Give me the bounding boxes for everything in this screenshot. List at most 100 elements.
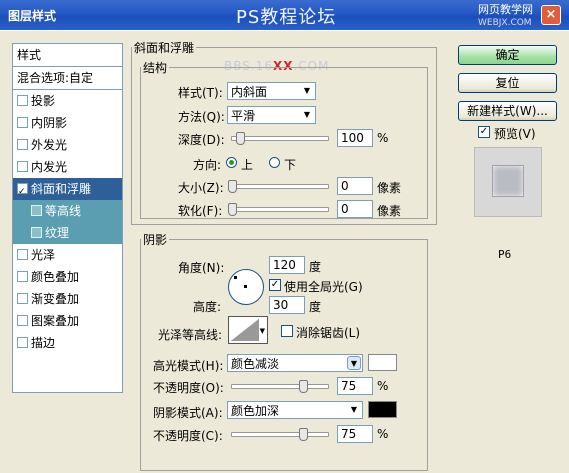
sidebar-item-checkbox[interactable]	[17, 117, 28, 128]
shading-title: 阴影	[143, 233, 168, 247]
style-preview-thumbnail	[474, 147, 542, 217]
soften-label: 软化(F):	[178, 204, 223, 218]
soften-unit: 像素	[377, 204, 402, 218]
depth-slider-thumb[interactable]	[236, 132, 245, 145]
angle-input[interactable]: 120	[269, 256, 305, 274]
highlight-opacity-unit: %	[377, 379, 389, 393]
gloss-contour-picker[interactable]: ▼	[228, 316, 268, 344]
sidebar-item-checkbox[interactable]	[17, 139, 28, 150]
sidebar-item[interactable]: 投影	[13, 90, 122, 112]
highlight-opacity-slider[interactable]	[231, 384, 329, 389]
angle-dial-marker	[234, 276, 237, 279]
close-button[interactable]: ×	[541, 5, 561, 25]
size-slider-thumb[interactable]	[228, 180, 237, 193]
sidebar-item-label: 外发光	[31, 138, 68, 152]
depth-unit: %	[377, 131, 389, 145]
bevel-style-select[interactable]: 内斜面 ▼	[227, 82, 316, 100]
soften-input[interactable]: 0	[337, 200, 373, 218]
sidebar-item-checkbox[interactable]	[17, 249, 28, 260]
direction-up-radio[interactable]	[226, 157, 237, 168]
size-input[interactable]: 0	[337, 177, 373, 195]
preview-label: 预览(V)	[494, 127, 536, 141]
sidebar-item[interactable]: 内发光	[13, 156, 122, 178]
highlight-mode-select[interactable]: 颜色减淡 ▼	[227, 354, 363, 372]
gloss-contour-label: 光泽等高线:	[158, 328, 223, 342]
sidebar-item-checkbox[interactable]	[17, 161, 28, 172]
blending-options-item[interactable]: 混合选项:自定	[13, 67, 122, 90]
sidebar-item-checkbox[interactable]	[17, 271, 28, 282]
site-title-watermark: PS教程论坛	[236, 7, 337, 28]
shadow-mode-select[interactable]: 颜色加深 ▼	[227, 401, 363, 419]
sidebar-item-checkbox[interactable]: ✓	[17, 183, 28, 197]
styles-header[interactable]: 样式	[13, 44, 122, 67]
shadow-mode-value: 颜色加深	[231, 404, 280, 418]
highlight-opacity-input[interactable]: 75	[337, 377, 373, 395]
sidebar-item[interactable]: 描边	[13, 332, 122, 354]
new-style-button[interactable]: 新建样式(W)...	[458, 101, 557, 121]
highlight-opacity-label: 不透明度(O):	[153, 381, 224, 395]
check-icon: ✓	[270, 279, 280, 290]
technique-value: 平滑	[231, 109, 256, 123]
structure-title: 结构	[143, 61, 168, 75]
dropdown-arrow-icon: ▼	[259, 327, 265, 335]
soften-slider[interactable]	[231, 207, 329, 212]
sidebar-item[interactable]: 纹理	[13, 222, 122, 244]
sidebar-item-label: 光泽	[31, 248, 56, 262]
shadow-opacity-input[interactable]: 75	[337, 425, 373, 443]
anti-alias-label: 消除锯齿(L)	[296, 326, 361, 340]
size-unit: 像素	[377, 181, 402, 195]
depth-slider[interactable]	[231, 136, 329, 141]
altitude-unit: 度	[309, 300, 322, 314]
dropdown-arrow-icon: ▼	[303, 86, 311, 95]
sidebar-item-label: 等高线	[45, 204, 82, 218]
sidebar-item[interactable]: 等高线	[13, 200, 122, 222]
size-slider[interactable]	[231, 184, 329, 189]
styles-list: 样式 混合选项:自定 投影内阴影外发光内发光 ✓ 斜面和浮雕等高线纹理光泽颜色叠加渐…	[12, 43, 123, 393]
sidebar-item-checkbox[interactable]	[31, 205, 42, 216]
sidebar-item-label: 投影	[31, 94, 56, 108]
window-title: 图层样式	[8, 9, 57, 23]
ok-button[interactable]: 确定	[458, 45, 557, 65]
technique-select[interactable]: 平滑 ▼	[227, 106, 316, 124]
sidebar-item-label: 渐变叠加	[31, 292, 80, 306]
sidebar-item[interactable]: ✓ 斜面和浮雕	[13, 178, 122, 200]
sidebar-item[interactable]: 图案叠加	[13, 310, 122, 332]
logo-sub: WEBJX.COM	[478, 18, 532, 28]
soften-slider-thumb[interactable]	[228, 203, 237, 216]
site-logo: 网页教学网 WEBJX.COM	[478, 4, 533, 29]
logo-text: 网页教学网	[478, 3, 533, 16]
highlight-color-swatch[interactable]	[368, 354, 397, 371]
global-light-checkbox[interactable]: ✓	[269, 279, 281, 291]
sidebar-item-checkbox[interactable]	[31, 227, 42, 238]
shadow-opacity-slider[interactable]	[231, 432, 329, 437]
reset-button[interactable]: 复位	[458, 73, 557, 93]
anti-alias-checkbox[interactable]	[281, 325, 293, 337]
shadow-opacity-slider-thumb[interactable]	[299, 428, 308, 441]
dropdown-arrow-icon: ▼	[303, 110, 311, 119]
sidebar-item[interactable]: 渐变叠加	[13, 288, 122, 310]
bevel-emboss-title: 斜面和浮雕	[134, 41, 195, 55]
direction-down-radio[interactable]	[269, 157, 280, 168]
sidebar-item-label: 颜色叠加	[31, 270, 80, 284]
sidebar-item-checkbox[interactable]	[17, 337, 28, 348]
angle-dial-center	[244, 285, 247, 288]
altitude-label: 高度:	[193, 300, 222, 314]
sidebar-item[interactable]: 颜色叠加	[13, 266, 122, 288]
highlight-mode-value: 颜色减淡	[231, 357, 280, 371]
sidebar-item[interactable]: 外发光	[13, 134, 122, 156]
shadow-mode-label: 阴影模式(A):	[153, 406, 223, 420]
sidebar-item[interactable]: 光泽	[13, 244, 122, 266]
sidebar-item[interactable]: 内阴影	[13, 112, 122, 134]
altitude-input[interactable]: 30	[269, 296, 305, 314]
preview-swatch	[492, 165, 524, 197]
sidebar-item-checkbox[interactable]	[17, 293, 28, 304]
size-label: 大小(Z):	[178, 181, 224, 195]
shadow-color-swatch[interactable]	[368, 401, 397, 418]
sidebar-item-label: 纹理	[45, 226, 70, 240]
highlight-opacity-slider-thumb[interactable]	[299, 380, 308, 393]
sidebar-item-checkbox[interactable]	[17, 95, 28, 106]
depth-input[interactable]: 100	[337, 129, 373, 147]
sidebar-item-checkbox[interactable]	[17, 315, 28, 326]
preview-checkbox[interactable]: ✓	[478, 126, 490, 138]
angle-dial[interactable]	[228, 269, 264, 305]
